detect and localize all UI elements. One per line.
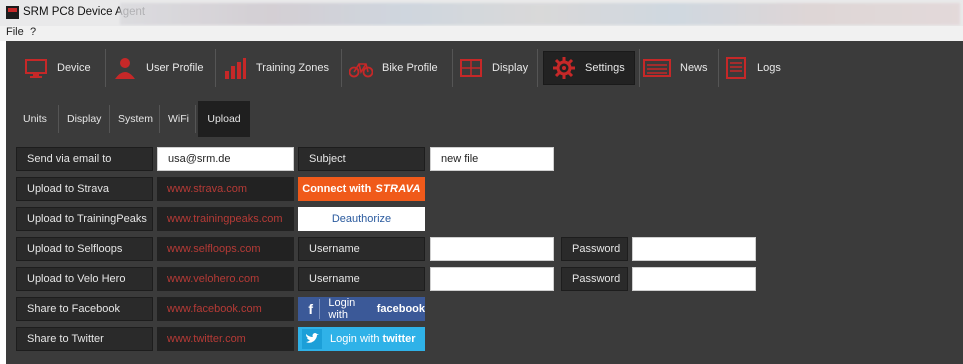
strava-logo: STRAVA	[375, 183, 421, 195]
twitter-link[interactable]: www.twitter.com	[157, 327, 294, 351]
nav-divider	[537, 49, 538, 87]
display-icon	[460, 59, 482, 77]
app-icon	[6, 6, 19, 19]
selfloops-link[interactable]: www.selfloops.com	[157, 237, 294, 261]
twitter-label: Share to Twitter	[16, 327, 153, 351]
velohero-link[interactable]: www.velohero.com	[157, 267, 294, 291]
nav-logs[interactable]: Logs	[724, 51, 781, 85]
nav-news[interactable]: News	[643, 51, 708, 85]
selfloops-username-input[interactable]	[430, 237, 554, 261]
facebook-icon: f	[302, 299, 321, 319]
facebook-login-button[interactable]: f Login with facebook	[298, 297, 425, 321]
twitter-login-prefix: Login with	[330, 333, 380, 345]
tab-upload[interactable]: Upload	[198, 101, 250, 137]
tab-wifi[interactable]: WiFi	[161, 101, 196, 137]
nav-user-profile[interactable]: User Profile	[113, 51, 203, 85]
bike-icon	[349, 63, 373, 78]
nav-training-zones-label: Training Zones	[256, 62, 329, 74]
nav-divider	[718, 49, 719, 87]
nav-divider	[215, 49, 216, 87]
nav-device[interactable]: Device	[24, 51, 91, 85]
tab-units[interactable]: Units	[16, 101, 54, 137]
velohero-username-label: Username	[298, 267, 425, 291]
strava-link[interactable]: www.strava.com	[157, 177, 294, 201]
menu-bar: File ?	[0, 26, 963, 41]
gear-icon	[553, 57, 575, 79]
connect-strava-button[interactable]: Connect with STRAVA	[298, 177, 425, 201]
twitter-bird-icon	[302, 329, 322, 349]
selfloops-username-label: Username	[298, 237, 425, 261]
velohero-label: Upload to Velo Hero	[16, 267, 153, 291]
trainingpeaks-label: Upload to TrainingPeaks	[16, 207, 153, 231]
selfloops-password-input[interactable]	[632, 237, 756, 261]
app-body: Device User Profile Training Zones Bike …	[6, 41, 963, 364]
nav-divider	[105, 49, 106, 87]
bar-chart-icon	[225, 58, 246, 79]
menu-help[interactable]: ?	[30, 26, 36, 38]
nav-settings-label: Settings	[585, 62, 625, 74]
velohero-username-input[interactable]	[430, 267, 554, 291]
tab-system[interactable]: System	[111, 101, 160, 137]
selfloops-password-label: Password	[561, 237, 628, 261]
nav-display-label: Display	[492, 62, 529, 74]
monitor-icon	[25, 59, 47, 78]
nav-news-label: News	[680, 62, 708, 74]
twitter-logo-text: twitter	[382, 333, 416, 345]
selfloops-label: Upload to Selfloops	[16, 237, 153, 261]
nav-logs-label: Logs	[757, 62, 781, 74]
logs-icon	[726, 57, 746, 79]
nav-device-label: Device	[57, 62, 91, 74]
facebook-link[interactable]: www.facebook.com	[157, 297, 294, 321]
deauthorize-button[interactable]: Deauthorize	[298, 207, 425, 231]
velohero-password-input[interactable]	[632, 267, 756, 291]
nav-divider	[639, 49, 640, 87]
connect-strava-prefix: Connect with	[302, 183, 372, 195]
nav-training-zones[interactable]: Training Zones	[223, 51, 329, 85]
menu-file[interactable]: File	[6, 26, 24, 38]
facebook-label: Share to Facebook	[16, 297, 153, 321]
user-icon	[115, 58, 135, 79]
trainingpeaks-link[interactable]: www.trainingpeaks.com	[157, 207, 294, 231]
nav-bike-profile-label: Bike Profile	[382, 62, 438, 74]
nav-settings[interactable]: Settings	[543, 51, 635, 85]
velohero-password-label: Password	[561, 267, 628, 291]
tab-display[interactable]: Display	[60, 101, 108, 137]
email-label: Send via email to	[16, 147, 153, 171]
nav-bike-profile[interactable]: Bike Profile	[349, 51, 438, 85]
news-icon	[643, 59, 671, 77]
nav-divider	[341, 49, 342, 87]
tab-divider	[109, 105, 110, 133]
tab-divider	[195, 105, 196, 133]
facebook-logo-text: facebook	[376, 303, 425, 315]
nav-display[interactable]: Display	[459, 51, 528, 85]
twitter-login-button[interactable]: Login with twitter	[298, 327, 425, 351]
nav-divider	[452, 49, 453, 87]
strava-label: Upload to Strava	[16, 177, 153, 201]
tab-divider	[159, 105, 160, 133]
facebook-login-prefix: Login with	[328, 297, 356, 321]
subject-input[interactable]: new file	[430, 147, 554, 171]
tab-divider	[58, 105, 59, 133]
subject-label: Subject	[298, 147, 425, 171]
nav-user-profile-label: User Profile	[146, 62, 204, 74]
blurred-taskbar	[120, 3, 960, 25]
title-bar: SRM PC8 Device Agent	[0, 0, 963, 26]
email-input[interactable]: usa@srm.de	[157, 147, 294, 171]
main-nav: Device User Profile Training Zones Bike …	[6, 41, 963, 94]
